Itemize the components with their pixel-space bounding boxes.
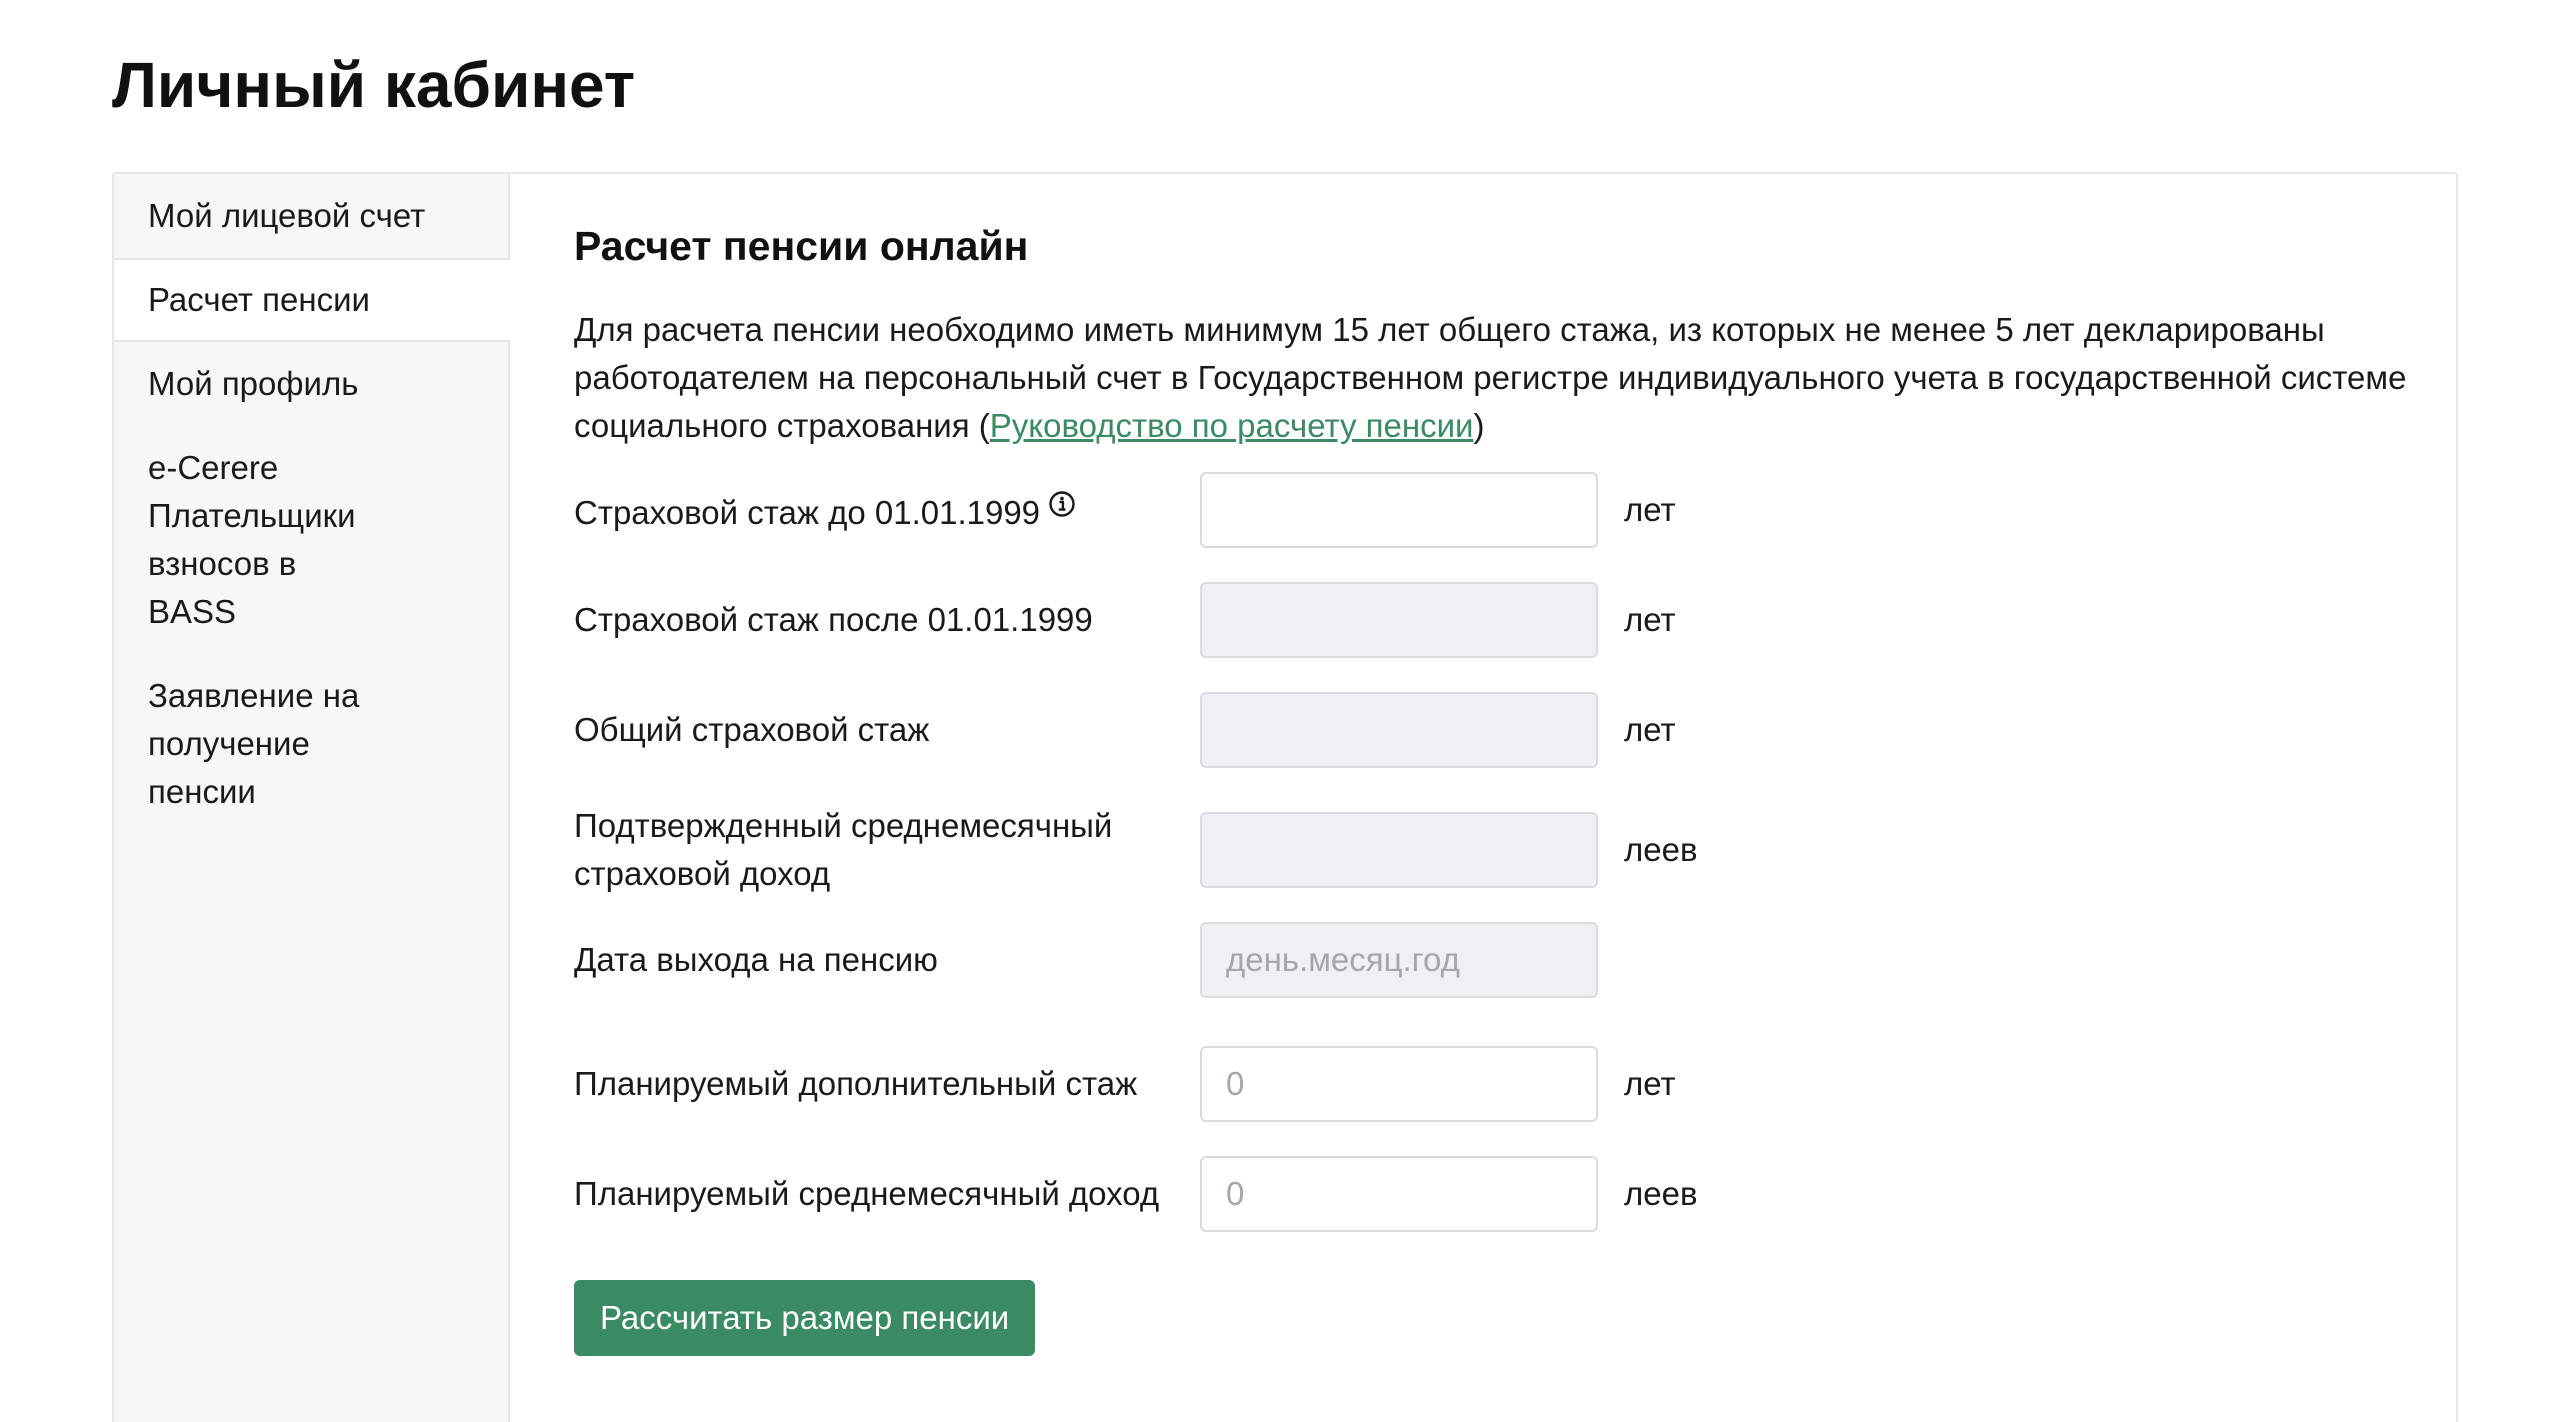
main-content: Расчет пенсии онлайн Для расчета пенсии … <box>510 174 2538 1422</box>
form-row-confirmed-income: Подтвержденный среднемесячный страховой … <box>574 802 2474 898</box>
account-layout: Мой лицевой счет Расчет пенсии Мой профи… <box>112 172 2458 1422</box>
planned-income-input[interactable] <box>1200 1156 1598 1232</box>
insurance-after-1999-input <box>1200 582 1598 658</box>
planned-additional-stage-input[interactable] <box>1200 1046 1598 1122</box>
field-label: Общий страховой стаж <box>574 711 930 748</box>
field-label: Подтвержденный среднемесячный страховой … <box>574 807 1113 892</box>
field-label-text: Страховой стаж до 01.01.1999 <box>574 494 1041 531</box>
calculate-pension-button[interactable]: Рассчитать размер пенсии <box>574 1280 1036 1356</box>
intro-body: Для расчета пенсии необходимо иметь мини… <box>574 311 2407 444</box>
page-title: Личный кабинет <box>112 49 636 121</box>
sidebar-item-my-profile[interactable]: Мой профиль <box>114 342 508 426</box>
section-title: Расчет пенсии онлайн <box>574 223 1029 269</box>
sidebar-item-e-cerere[interactable]: e-Cerere Плательщики взносов в BASS <box>114 426 414 654</box>
retirement-date-input <box>1200 922 1598 998</box>
unit-label: леев <box>1624 1175 1698 1212</box>
total-insurance-input <box>1200 692 1598 768</box>
unit-label: лет <box>1624 491 1676 528</box>
sidebar-item-pension-calculation[interactable]: Расчет пенсии <box>114 258 510 342</box>
form-row-planned-income: Планируемый среднемесячный доход леев <box>574 1156 2474 1232</box>
pension-guide-link[interactable]: Руководство по расчету пенсии <box>990 407 1474 444</box>
insurance-before-1999-input[interactable] <box>1200 472 1598 548</box>
sidebar-item-personal-account[interactable]: Мой лицевой счет <box>114 174 508 258</box>
unit-label: лет <box>1624 601 1676 638</box>
info-icon[interactable] <box>1048 483 1076 531</box>
form-row-insurance-before-1999: Страховой стаж до 01.01.1999 лет <box>574 472 2474 548</box>
confirmed-income-input <box>1200 812 1598 888</box>
intro-close: ) <box>1473 407 1485 444</box>
form-row-insurance-after-1999: Страховой стаж после 01.01.1999 лет <box>574 582 2474 658</box>
unit-label: лет <box>1624 711 1676 748</box>
intro-text: Для расчета пенсии необходимо иметь мини… <box>574 306 2474 450</box>
form-row-planned-additional-stage: Планируемый дополнительный стаж лет <box>574 1046 2474 1122</box>
field-label: Страховой стаж после 01.01.1999 <box>574 601 1093 638</box>
pension-form: Страховой стаж до 01.01.1999 лет Страхов… <box>574 472 2474 1356</box>
unit-label: лет <box>1624 1065 1676 1102</box>
sidebar-nav: Мой лицевой счет Расчет пенсии Мой профи… <box>114 174 510 1422</box>
field-label: Планируемый дополнительный стаж <box>574 1065 1138 1102</box>
form-row-retirement-date: Дата выхода на пенсию <box>574 922 2474 998</box>
form-row-total-insurance: Общий страховой стаж лет <box>574 692 2474 768</box>
unit-label: леев <box>1624 831 1698 868</box>
field-label: Дата выхода на пенсию <box>574 941 938 978</box>
sidebar-item-pension-application[interactable]: Заявление на получение пенсии <box>114 654 444 834</box>
field-label: Планируемый среднемесячный доход <box>574 1175 1160 1212</box>
field-label: Страховой стаж до 01.01.1999 <box>574 483 1200 537</box>
